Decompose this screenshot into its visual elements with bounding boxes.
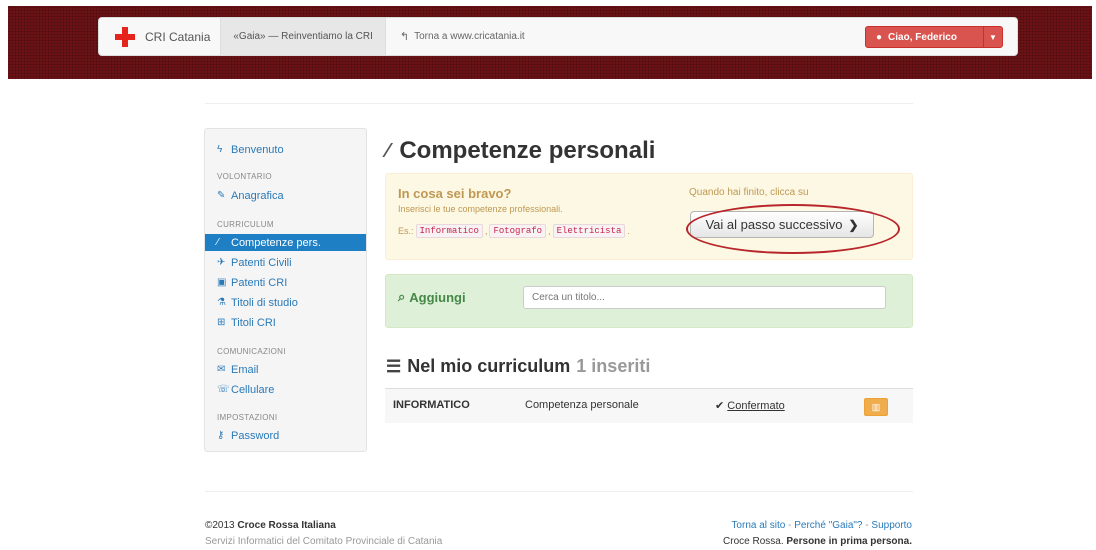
sidebar-item-competenze[interactable]: ⁄ Competenze pers. <box>205 234 366 251</box>
nav-tab-gaia[interactable]: «Gaia» — Reinventiamo la CRI <box>220 18 386 55</box>
reply-icon: ↰ <box>399 31 410 43</box>
add-label: ⌕ Aggiungi <box>398 289 466 305</box>
beaker-icon: ⚗ <box>217 297 226 308</box>
sidebar-item-label: Cellulare <box>231 383 275 396</box>
footer-org: Croce Rossa Italiana <box>237 520 336 531</box>
examples-prefix: Es.: <box>398 226 414 236</box>
tagline-bold: Persone in prima persona. <box>786 536 912 547</box>
magic-wand-icon: ⁄ <box>217 237 219 248</box>
brand-name: CRI Catania <box>145 29 211 44</box>
chevron-right-icon: ❯ <box>848 217 859 232</box>
sidebar-item-label: Patenti CRI <box>231 276 288 289</box>
sidebar-section-impostazioni: IMPOSTAZIONI <box>217 413 278 422</box>
sidebar-item-label: Email <box>231 363 259 376</box>
skill-type: Competenza personale <box>525 399 639 411</box>
user-icon: ● <box>876 31 883 43</box>
next-step-label: Vai al passo successivo <box>705 217 843 232</box>
prompt-subtitle: Inserisci le tue competenze professional… <box>398 204 563 214</box>
footer-link-back[interactable]: Torna al sito <box>731 520 785 531</box>
sidebar-item-label: Titoli CRI <box>231 316 276 329</box>
bolt-icon: ϟ <box>217 144 223 155</box>
skills-prompt-panel: In cosa sei bravo? Inserisci le tue comp… <box>385 173 913 260</box>
search-icon: ⌕ <box>398 289 406 304</box>
curriculum-title-text: Nel mio curriculum <box>407 356 571 376</box>
divider <box>205 491 913 492</box>
plus-square-icon: ⊞ <box>217 317 226 328</box>
footer-sep: - <box>788 520 792 531</box>
list-icon: ☰ <box>386 356 402 376</box>
sidebar-item-patenti-cri[interactable]: ▣ Patenti CRI <box>205 274 366 291</box>
sidebar-item-patenti-civili[interactable]: ✈ Patenti Civili <box>205 254 366 271</box>
search-title-input[interactable] <box>523 286 886 309</box>
sidebar: ϟ Benvenuto VOLONTARIO ✎ Anagrafica CURR… <box>204 128 367 452</box>
sidebar-section-volontario: VOLONTARIO <box>217 172 272 181</box>
sidebar-section-comunicazioni: COMUNICAZIONI <box>217 347 286 356</box>
footer-link-support[interactable]: Supporto <box>871 520 912 531</box>
footer-left: ©2013 Croce Rossa Italiana Servizi Infor… <box>205 518 442 550</box>
sidebar-item-label: Titoli di studio <box>231 296 298 309</box>
back-to-site-label: Torna a www.cricatania.it <box>414 31 525 42</box>
next-step-button[interactable]: Vai al passo successivo ❯ <box>690 211 874 238</box>
user-greeting: Ciao, Federico <box>888 31 957 43</box>
page-title: ⁄ Competenze personali <box>386 137 655 165</box>
example-tag: Elettricista <box>552 224 626 238</box>
tagline-prefix: Croce Rossa. <box>723 536 784 547</box>
key-icon: ⚷ <box>217 430 225 441</box>
sidebar-item-anagrafica[interactable]: ✎ Anagrafica <box>205 187 366 204</box>
delete-skill-button[interactable]: ▥ <box>864 398 888 416</box>
add-skill-panel: ⌕ Aggiungi <box>385 274 913 328</box>
sidebar-item-benvenuto[interactable]: ϟ Benvenuto <box>205 141 366 158</box>
copyright-year: ©2013 <box>205 520 235 531</box>
sidebar-item-label: Competenze pers. <box>231 236 321 249</box>
table-row: INFORMATICO Competenza personale ✔ Confe… <box>385 388 913 423</box>
footer-subtitle: Servizi Informatici del Comitato Provinc… <box>205 536 443 547</box>
sidebar-item-email[interactable]: ✉ Email <box>205 361 366 378</box>
sidebar-item-titoli-studio[interactable]: ⚗ Titoli di studio <box>205 294 366 311</box>
footer-right: Torna al sito - Perché "Gaia"? - Support… <box>620 518 912 550</box>
plane-icon: ✈ <box>217 257 226 268</box>
chevron-down-icon[interactable]: ▼ <box>983 27 1002 47</box>
skill-name: INFORMATICO <box>393 399 470 411</box>
envelope-icon: ✉ <box>217 364 226 375</box>
footer-sep: - <box>865 520 869 531</box>
prompt-question: In cosa sei bravo? <box>398 186 512 201</box>
magic-wand-icon: ⁄ <box>386 139 390 162</box>
example-tag: Informatico <box>415 224 483 238</box>
divider <box>205 103 913 104</box>
curriculum-title: ☰ Nel mio curriculum 1 inseriti <box>386 356 650 377</box>
done-label: Quando hai finito, clicca su <box>689 187 809 198</box>
phone-icon: ☏ <box>217 384 230 395</box>
sidebar-item-password[interactable]: ⚷ Password <box>205 427 366 444</box>
skill-status: ✔ Confermato <box>715 399 785 412</box>
brand-link[interactable]: CRI Catania <box>99 18 220 55</box>
ambulance-icon: ▣ <box>217 277 227 288</box>
curriculum-count: 1 inseriti <box>576 356 651 376</box>
trash-icon: ▥ <box>871 401 881 412</box>
sidebar-section-curriculum: CURRICULUM <box>217 220 274 229</box>
sidebar-item-cellulare[interactable]: ☏ Cellulare <box>205 381 366 398</box>
user-menu-button[interactable]: ● Ciao, Federico ▼ <box>865 26 1003 48</box>
back-to-site-link[interactable]: ↰ Torna a www.cricatania.it <box>386 30 539 43</box>
check-icon: ✔ <box>715 400 725 412</box>
sidebar-item-label: Password <box>231 429 280 442</box>
sidebar-item-label: Anagrafica <box>231 189 284 202</box>
sidebar-item-titoli-cri[interactable]: ⊞ Titoli CRI <box>205 314 366 331</box>
page-title-text: Competenze personali <box>399 137 656 164</box>
skill-status-text: Confermato <box>727 400 785 412</box>
footer-link-why-gaia[interactable]: Perché "Gaia"? <box>794 520 862 531</box>
prompt-examples: Es.: Informatico, Fotografo, Elettricist… <box>398 224 630 238</box>
example-tag: Fotografo <box>489 224 547 238</box>
sidebar-item-label: Patenti Civili <box>231 256 292 269</box>
add-label-text: Aggiungi <box>409 289 466 305</box>
sidebar-item-label: Benvenuto <box>231 143 284 156</box>
red-cross-icon <box>115 26 135 47</box>
navbar: CRI Catania «Gaia» — Reinventiamo la CRI… <box>98 17 1018 56</box>
edit-icon: ✎ <box>217 190 226 201</box>
